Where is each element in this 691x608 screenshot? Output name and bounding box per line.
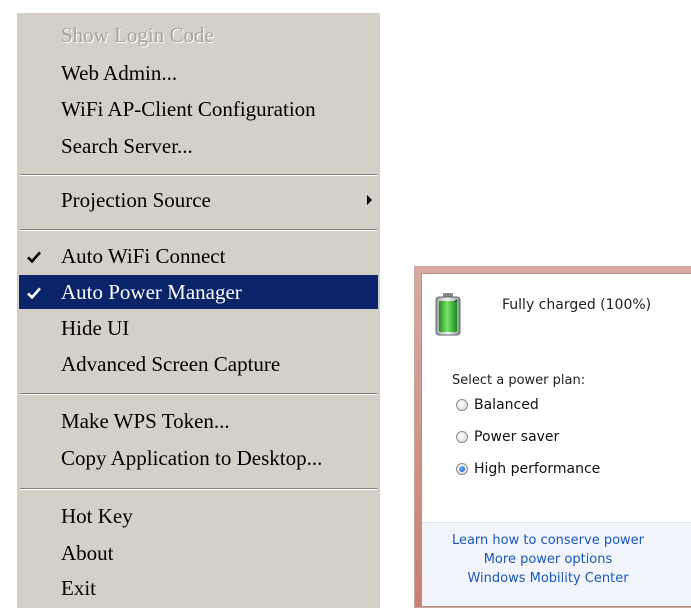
power-plan-power-saver[interactable]: Power saver <box>456 427 559 447</box>
power-plan-high-performance[interactable]: High performance <box>456 459 600 479</box>
power-flyout-panel: Fully charged (100%) Select a power plan… <box>421 273 691 607</box>
menu-item-exit[interactable]: Exit <box>19 571 378 605</box>
power-flyout: Fully charged (100%) Select a power plan… <box>414 266 691 608</box>
menu-item-make-wps-token[interactable]: Make WPS Token... <box>19 404 378 438</box>
menu-item-label: About <box>61 540 114 565</box>
menu-item-copy-application-to-desktop[interactable]: Copy Application to Desktop... <box>19 441 378 475</box>
menu-item-label: Hide UI <box>61 315 130 340</box>
power-plan-heading: Select a power plan: <box>452 373 586 388</box>
menu-item-label: Projection Source <box>61 187 211 212</box>
menu-separator <box>20 174 377 176</box>
radio-button[interactable] <box>456 399 468 411</box>
menu-item-hot-key[interactable]: Hot Key <box>19 499 378 533</box>
link-more-power-options[interactable]: More power options <box>422 552 674 567</box>
menu-item-label: Auto Power Manager <box>61 279 242 304</box>
checkmark-icon <box>27 287 41 300</box>
submenu-arrow-icon <box>367 195 372 205</box>
menu-item-wifi-ap-client-configuration[interactable]: WiFi AP-Client Configuration <box>19 92 378 126</box>
menu-item-label: Search Server... <box>61 133 193 158</box>
power-plan-label: High performance <box>474 461 601 477</box>
menu-item-auto-wifi-connect[interactable]: Auto WiFi Connect <box>19 239 378 273</box>
radio-button[interactable] <box>456 431 468 443</box>
checkmark-icon <box>27 251 41 264</box>
link-windows-mobility-center[interactable]: Windows Mobility Center <box>422 571 674 586</box>
menu-item-projection-source[interactable]: Projection Source <box>19 183 378 217</box>
menu-item-label: Hot Key <box>61 503 133 528</box>
battery-status-text: Fully charged (100%) <box>502 297 652 313</box>
menu-item-label: Copy Application to Desktop... <box>61 445 323 470</box>
radio-button-selected[interactable] <box>456 463 468 475</box>
power-plan-label: Balanced <box>474 397 539 413</box>
link-learn-conserve-power[interactable]: Learn how to conserve power <box>422 533 674 548</box>
menu-item-advanced-screen-capture[interactable]: Advanced Screen Capture <box>19 347 378 381</box>
menu-separator <box>20 488 377 490</box>
menu-item-label: Exit <box>61 575 96 600</box>
power-plan-balanced[interactable]: Balanced <box>456 395 539 415</box>
battery-icon <box>435 293 461 336</box>
menu-item-label: Web Admin... <box>61 60 178 85</box>
menu-separator <box>20 393 377 395</box>
menu-item-search-server[interactable]: Search Server... <box>19 129 378 163</box>
menu-item-auto-power-manager[interactable]: Auto Power Manager <box>19 275 378 309</box>
menu-separator <box>20 229 377 231</box>
menu-item-hide-ui[interactable]: Hide UI <box>19 311 378 345</box>
menu-item-label: Advanced Screen Capture <box>61 351 281 376</box>
menu-item-label: Show Login Code <box>61 22 214 47</box>
menu-item-label: WiFi AP-Client Configuration <box>61 96 316 121</box>
menu-item-label: Auto WiFi Connect <box>61 243 226 268</box>
menu-item-label: Make WPS Token... <box>61 408 230 433</box>
menu-item-about[interactable]: About <box>19 536 378 570</box>
battery-level-fill <box>439 301 457 332</box>
context-menu: Show Login Code Web Admin... WiFi AP-Cli… <box>16 12 380 608</box>
menu-item-show-login-code: Show Login Code <box>19 18 378 52</box>
menu-item-web-admin[interactable]: Web Admin... <box>19 56 378 90</box>
power-flyout-footer: Learn how to conserve power More power o… <box>422 522 691 606</box>
power-plan-label: Power saver <box>474 429 560 445</box>
